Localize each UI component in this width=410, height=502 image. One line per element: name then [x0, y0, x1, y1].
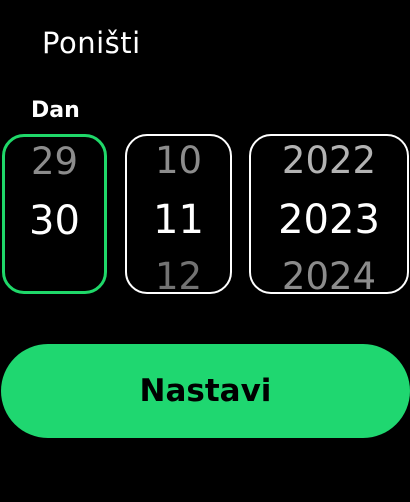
year-wheel[interactable]: 2022 2023 2024 — [249, 134, 409, 294]
continue-button[interactable]: Nastavi — [1, 344, 410, 438]
month-wheel[interactable]: 10 11 12 — [125, 134, 232, 294]
month-next-value[interactable]: 12 — [127, 258, 230, 292]
year-next-value[interactable]: 2024 — [251, 258, 407, 292]
year-prev-value[interactable]: 2022 — [251, 142, 407, 179]
day-wheel[interactable]: 29 30 — [2, 134, 107, 294]
cancel-button[interactable]: Poništi — [42, 26, 141, 60]
picker-field-label: Dan — [31, 98, 80, 123]
month-current-value[interactable]: 11 — [127, 200, 230, 240]
day-current-value[interactable]: 30 — [5, 201, 104, 241]
month-prev-value[interactable]: 10 — [127, 142, 230, 179]
day-prev-value[interactable]: 29 — [5, 143, 104, 180]
year-current-value[interactable]: 2023 — [251, 200, 407, 240]
